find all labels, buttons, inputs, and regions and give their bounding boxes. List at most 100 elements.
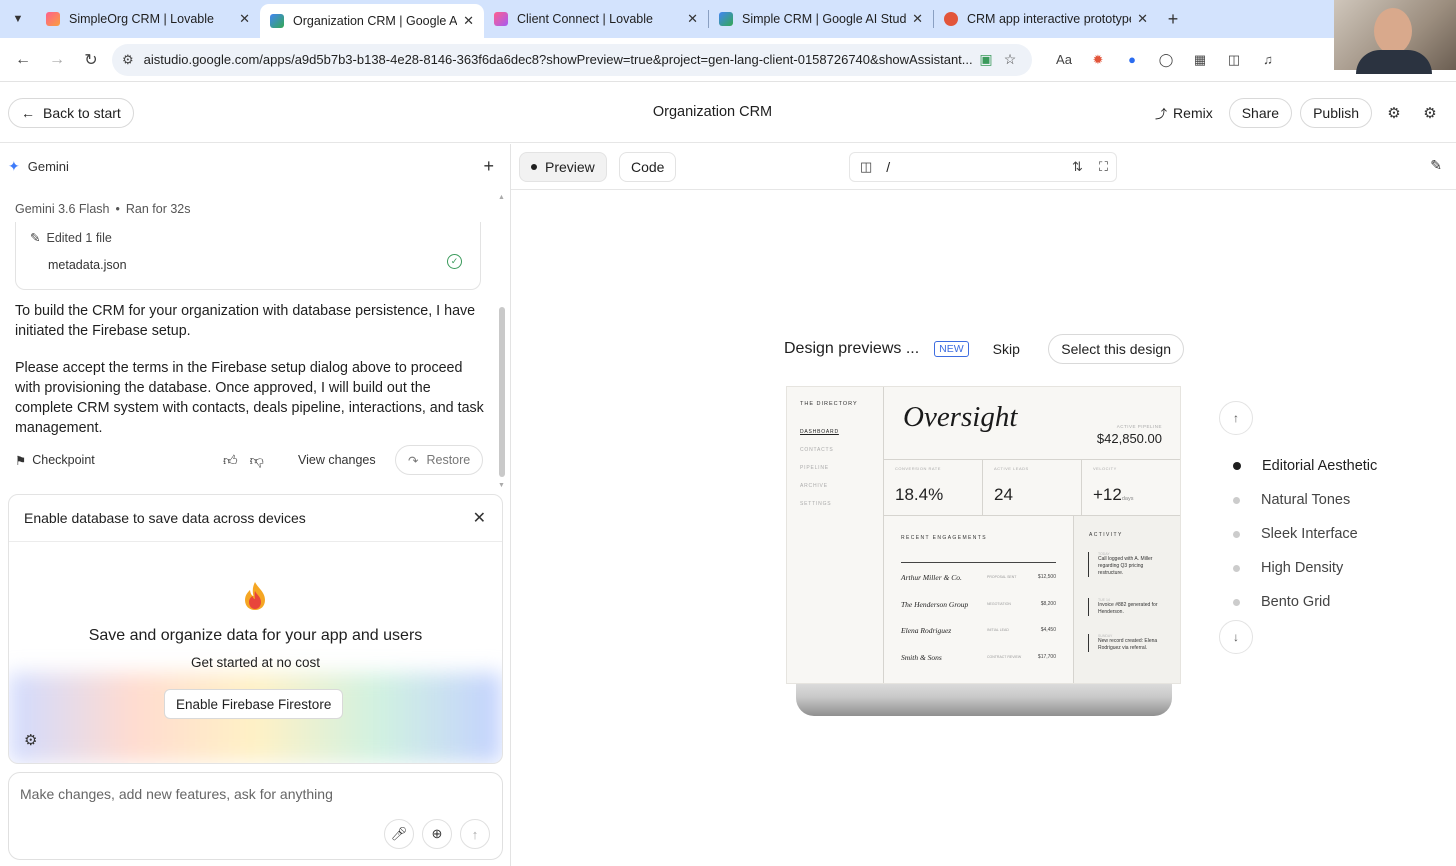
design-option[interactable]: Bento Grid [1231,585,1377,619]
skip-button[interactable]: Skip [993,341,1020,357]
remix-button[interactable]: ⤴ Remix [1147,98,1221,128]
forward-arrow-icon[interactable]: → [40,43,74,77]
stat-value: 18.4% [895,485,944,504]
close-tab-icon[interactable]: ✕ [239,11,250,27]
gear-icon[interactable]: ⚙ [24,731,37,749]
design-option[interactable]: Natural Tones [1231,483,1377,517]
tab-code[interactable]: Code [619,152,677,182]
engagements-label: RECENT ENGAGEMENTS [901,535,987,541]
row-status: PROPOSAL SENT [987,575,1017,579]
close-tab-icon[interactable]: ✕ [463,13,474,29]
webcam-person-head [1374,8,1412,54]
checkpoint-button[interactable]: ⚑ Checkpoint [15,453,95,468]
browser-toolbar: ← → ↻ ⚙ aistudio.google.com/apps/a9d5b7b… [0,38,1456,82]
new-chat-plus-icon[interactable]: + [483,156,494,177]
gemini-sparkle-icon: ✦ [8,158,20,174]
activity-text: Call logged with A. Miller regarding Q3 … [1098,556,1153,576]
firebase-enable-card: Enable database to save data across devi… [8,494,503,764]
preview-sidebar: THE DIRECTORY DASHBOARD CONTACTS PIPELIN… [787,387,884,683]
previous-design-arrow-up-icon[interactable]: ↑ [1219,401,1253,435]
fullscreen-icon[interactable]: ⛶ [1099,159,1108,175]
close-tab-icon[interactable]: ✕ [912,11,923,27]
tab-preview[interactable]: Preview [519,152,607,182]
ai-studio-favicon-icon [719,12,733,26]
extension-sun-icon[interactable]: ✹ [1086,48,1110,72]
reader-mode-icon[interactable]: Aa [1052,48,1076,72]
install-app-icon[interactable]: ▣ [974,51,998,68]
extension-blue-icon[interactable]: ● [1120,48,1144,72]
firebase-card-subtitle: Get started at no cost [190,655,321,670]
restore-button[interactable]: ↷ Restore [395,445,484,475]
design-option[interactable]: Editorial Aesthetic [1231,449,1377,483]
browser-tab[interactable]: CRM app interactive prototype ✕ [934,0,1158,38]
preview-engagements: RECENT ENGAGEMENTS Arthur Miller & Co. P… [884,516,1074,683]
tab-title: CRM app interactive prototype [967,12,1132,26]
thumbs-down-icon[interactable]: 👎︎ [250,452,264,469]
new-tab-plus-icon[interactable]: + [1158,0,1188,38]
microphone-icon[interactable]: 🎤︎ [384,819,414,849]
extensions-puzzle-icon[interactable]: ◫ [1222,48,1246,72]
back-arrow-icon[interactable]: ← [6,43,40,77]
remix-icon: ⤴ [1155,106,1168,121]
row-status: INITIAL LEAD [987,628,1009,632]
enable-firestore-button[interactable]: Enable Firebase Firestore [164,689,344,719]
stat-value: 24 [994,485,1013,504]
site-settings-icon[interactable]: ⚙ [122,52,134,68]
close-tab-icon[interactable]: ✕ [687,11,698,27]
activity-text: New record created: Elena Rodriguez via … [1098,638,1158,651]
view-changes-button[interactable]: View changes [298,453,376,467]
route-path-bar[interactable]: ◫ / ⇅ ⛶ [849,152,1117,182]
send-arrow-icon[interactable]: ↑ [460,819,490,849]
browser-tab[interactable]: Simple CRM | Google AI Studio ✕ [709,0,933,38]
lovable-favicon-icon [494,12,508,26]
thumbs-up-icon[interactable]: 👍︎ [223,452,238,469]
bookmark-star-icon[interactable]: ☆ [998,51,1022,68]
browser-tab-active[interactable]: Organization CRM | Google AI Studio ✕ [260,4,484,38]
design-option-label: Natural Tones [1261,492,1351,508]
camera-icon[interactable]: ◯ [1154,48,1178,72]
browser-tab[interactable]: SimpleOrg CRM | Lovable ✕ [36,0,260,38]
stat-value: +12 [1093,485,1122,504]
share-button[interactable]: Share [1228,98,1293,128]
design-preview-card[interactable]: THE DIRECTORY DASHBOARD CONTACTS PIPELIN… [786,386,1181,684]
extension-grid-icon[interactable]: ▦ [1188,48,1212,72]
address-bar[interactable]: ⚙ aistudio.google.com/apps/a9d5b7b3-b138… [112,43,1032,76]
back-to-start-button[interactable]: ← Back to start [8,98,134,128]
next-design-arrow-down-icon[interactable]: ↓ [1219,620,1253,654]
publish-button[interactable]: Publish [1300,98,1372,128]
reload-icon[interactable]: ↻ [74,43,108,77]
activity-text: Invoice #882 generated for Henderson. [1098,602,1158,615]
pipeline-value: $42,850.00 [1096,431,1162,446]
annotate-pencil-icon[interactable]: ✎ [1430,157,1442,174]
edited-file-name[interactable]: metadata.json [48,258,127,272]
table-row: Smith & Sons CONTRACT REVIEW $17,700 [901,653,1056,667]
stat-unit: days [1121,496,1134,502]
design-options-list: Editorial Aesthetic Natural Tones Sleek … [1231,449,1377,619]
tab-search-chevron-icon[interactable]: ▼ [0,0,36,38]
close-tab-icon[interactable]: ✕ [1137,11,1148,27]
new-badge: NEW [934,341,969,357]
scroll-up-icon[interactable]: ▲ [498,194,505,201]
bullet-icon [1233,564,1240,572]
settings-gear-icon[interactable]: ⚙ [1416,98,1444,128]
design-option[interactable]: High Density [1231,551,1377,585]
scroll-down-icon[interactable]: ▼ [498,482,505,489]
firebase-card-title: Save and organize data for your app and … [88,627,423,644]
prompt-input[interactable] [20,783,490,805]
design-option[interactable]: Sleek Interface [1231,517,1377,551]
bug-settings-icon[interactable]: ⚙ [1380,98,1408,128]
refresh-preview-icon[interactable]: ⇅ [1072,159,1083,175]
edited-files-label: Edited 1 file [46,231,112,245]
select-design-button[interactable]: Select this design [1048,334,1184,364]
tab-title: Client Connect | Lovable [517,12,653,26]
stat-label: VELOCITY [1093,466,1117,471]
chat-scrollbar[interactable] [499,307,505,477]
prompt-composer: 🎤︎ ⊕ ↑ [8,772,503,860]
device-toggle-icon[interactable]: ◫ [860,159,872,175]
close-icon[interactable]: ✕ [473,508,486,528]
media-controls-icon[interactable]: ♫ [1256,48,1280,72]
add-attachment-icon[interactable]: ⊕ [422,819,452,849]
browser-tab[interactable]: Client Connect | Lovable ✕ [484,0,708,38]
table-row: Arthur Miller & Co. PROPOSAL SENT $12,50… [901,573,1056,587]
check-circle-icon: ✓ [447,254,462,269]
